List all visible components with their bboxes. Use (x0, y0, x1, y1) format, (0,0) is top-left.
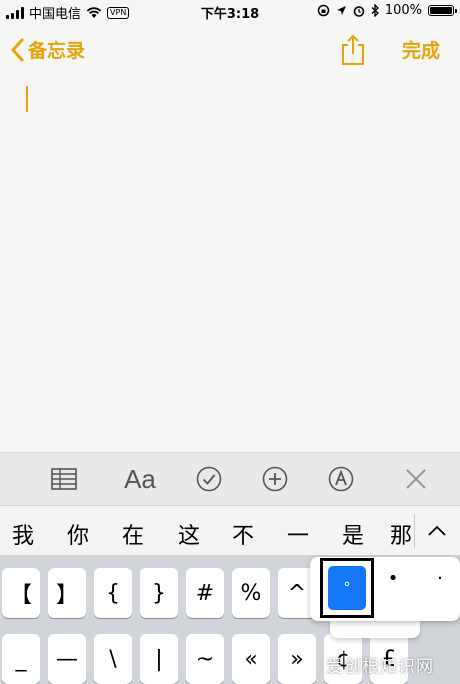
key[interactable]: — (48, 634, 86, 684)
nav-bar: 备忘录 完成 (0, 30, 460, 70)
candidate-word[interactable]: 在 (118, 518, 148, 550)
key[interactable]: } (140, 568, 178, 618)
key[interactable]: { (94, 568, 132, 618)
alternate-key[interactable]: · (425, 568, 455, 589)
back-label: 备忘录 (28, 40, 86, 62)
watermark: 爱创根知识网 (326, 657, 434, 677)
expand-candidates-button[interactable] (414, 506, 460, 556)
key[interactable]: % (232, 568, 270, 618)
candidate-word[interactable]: 不 (228, 518, 258, 550)
key[interactable]: « (232, 634, 270, 684)
candidate-word[interactable]: 那 (390, 518, 412, 550)
selected-alternate-label: ° (328, 566, 366, 610)
key[interactable]: 【 (2, 568, 40, 618)
alarm-icon (353, 5, 365, 17)
alternate-key[interactable]: • (378, 568, 408, 589)
key[interactable]: 】 (48, 568, 86, 618)
key[interactable]: _ (2, 634, 40, 684)
selected-alternate-key[interactable]: ° (320, 558, 374, 618)
checklist-icon[interactable] (195, 465, 223, 493)
candidate-word[interactable]: 我 (8, 518, 38, 550)
rotation-lock-icon (317, 4, 330, 17)
key[interactable]: | (140, 634, 178, 684)
candidate-word[interactable]: 是 (338, 518, 368, 550)
back-button[interactable]: 备忘录 (10, 36, 85, 63)
bluetooth-icon (371, 4, 379, 17)
key[interactable]: » (278, 634, 316, 684)
chevron-left-icon (11, 38, 24, 61)
candidate-bar: 我 你 在 这 不 一 是 那 (0, 505, 460, 556)
candidate-word[interactable]: 这 (174, 518, 204, 550)
table-icon[interactable] (50, 465, 78, 493)
note-text-area[interactable] (0, 76, 460, 450)
share-button[interactable] (340, 34, 366, 70)
key[interactable]: \ (94, 634, 132, 684)
status-bar: 中国电信 VPN 下午3:18 100% (0, 0, 460, 22)
battery-percent: 100% (384, 3, 422, 18)
popup-stem (330, 618, 420, 638)
text-cursor (26, 86, 28, 112)
location-icon (336, 6, 346, 15)
format-text-icon[interactable]: Aa (122, 464, 158, 494)
close-icon[interactable] (402, 465, 430, 493)
add-icon[interactable] (261, 465, 289, 493)
key[interactable]: # (186, 568, 224, 618)
share-icon (342, 34, 364, 65)
candidate-word[interactable]: 你 (63, 518, 93, 550)
candidate-word[interactable]: 一 (283, 518, 313, 550)
battery-icon (428, 5, 457, 16)
format-toolbar: Aa (0, 452, 460, 505)
chevron-up-icon (428, 525, 446, 536)
done-button[interactable]: 完成 (402, 36, 440, 63)
markup-icon[interactable] (327, 465, 355, 493)
key[interactable]: ~ (186, 634, 224, 684)
